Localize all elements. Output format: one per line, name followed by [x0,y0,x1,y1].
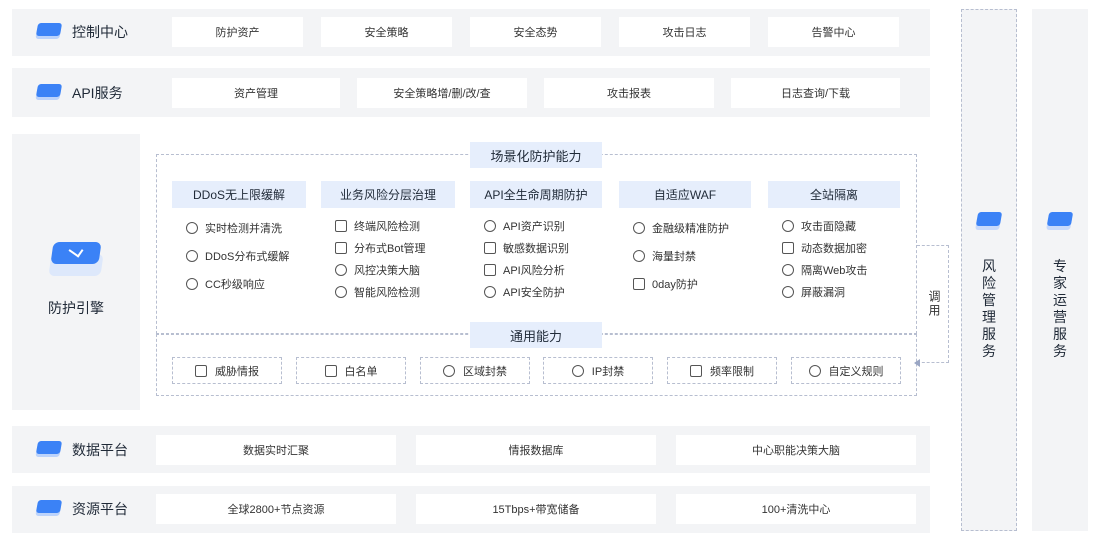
decision-icon [335,264,347,276]
general-item-region-ban[interactable]: 区域封禁 [420,357,530,384]
feature-item: 分布式Bot管理 [321,237,455,259]
ban-icon [633,250,645,262]
feature-item: API风险分析 [470,259,602,281]
bot-icon [335,242,347,254]
data-item-aggregate[interactable]: 数据实时汇聚 [156,435,396,465]
finance-shield-icon [633,222,645,234]
engine-cube-icon [44,236,108,280]
feature-item: 海量封禁 [619,245,751,267]
custom-rule-icon [808,364,821,377]
scenario-title: 场景化防护能力 [470,142,602,168]
region-icon [443,364,455,377]
feature-item: 智能风险检测 [321,281,455,303]
feature-item: DDoS分布式缓解 [172,245,306,267]
card-title: 全站隔离 [768,181,900,208]
whitelist-icon [324,364,337,377]
shield-check-icon [484,286,496,298]
feature-item: 风控决策大脑 [321,259,455,281]
block-icon [782,286,794,298]
feature-item: 实时检测并清洗 [172,217,306,239]
card-title: 业务风险分层治理 [321,181,455,208]
card-title: API全生命周期防护 [470,181,602,208]
resource-item-nodes[interactable]: 全球2800+节点资源 [156,494,396,524]
control-item-alerts[interactable]: 告警中心 [768,17,899,47]
feature-item: 金融级精准防护 [619,217,751,239]
general-item-ip-ban[interactable]: IP封禁 [543,357,653,384]
resource-item-scrubbing[interactable]: 100+清洗中心 [676,494,916,524]
document-search-icon [484,242,496,254]
data-item-decision-brain[interactable]: 中心职能决策大脑 [676,435,916,465]
data-platform-title: 数据平台 [35,440,128,460]
feature-item: API安全防护 [470,281,602,303]
feature-item: 攻击面隐藏 [768,215,900,237]
shield-icon [186,278,198,290]
risk-management-label: 风险管理服务 [982,258,996,359]
control-item-policy[interactable]: 安全策略 [321,17,452,47]
expert-cube-icon [1046,210,1074,230]
data-item-intel-db[interactable]: 情报数据库 [416,435,656,465]
card-api-lifecycle: API全生命周期防护 API资产识别 敏感数据识别 API风险分析 API安全防… [470,181,602,311]
arrow-left-icon [914,359,920,367]
zero-day-icon [633,278,645,290]
risk-cube-icon [975,210,1003,230]
cube-icon [35,500,63,518]
resource-platform-title: 资源平台 [35,499,128,519]
expert-ops-label: 专家运营服务 [1053,258,1067,359]
radar-icon [335,286,347,298]
api-item-asset-mgmt[interactable]: 资产管理 [172,78,340,108]
feature-item: API资产识别 [470,215,602,237]
general-item-threat-intel[interactable]: 威胁情报 [172,357,282,384]
api-item-attack-report[interactable]: 攻击报表 [544,78,714,108]
feature-item: 0day防护 [619,273,751,295]
cube-icon [35,441,63,459]
card-title: 自适应WAF [619,181,751,208]
feature-item: 动态数据加密 [768,237,900,259]
cube-icon [35,23,63,41]
search-icon [186,222,198,234]
card-business-risk: 业务风险分层治理 终端风险检测 分布式Bot管理 风控决策大脑 智能风险检测 [321,181,455,311]
api-item-log-query[interactable]: 日志查询/下载 [731,78,900,108]
call-label: 调用 [927,290,941,318]
general-item-rate-limit[interactable]: 频率限制 [667,357,777,384]
card-ddos: DDoS无上限缓解 实时检测并清洗 DDoS分布式缓解 CC秒级响应 [172,181,306,311]
gear-icon [186,250,198,262]
control-item-attack-log[interactable]: 攻击日志 [619,17,750,47]
scan-icon [484,220,496,232]
cube-icon [35,84,63,102]
feature-item: 屏蔽漏洞 [768,281,900,303]
feature-item: CC秒级响应 [172,273,306,295]
hide-icon [782,220,794,232]
card-adaptive-waf: 自适应WAF 金融级精准防护 海量封禁 0day防护 [619,181,751,311]
rate-limit-icon [690,364,702,377]
api-item-policy-crud[interactable]: 安全策略增/删/改/查 [357,78,527,108]
general-title: 通用能力 [470,322,602,348]
card-title: DDoS无上限缓解 [172,181,306,208]
feature-item: 敏感数据识别 [470,237,602,259]
control-center-title: 控制中心 [35,22,128,42]
control-item-assets[interactable]: 防护资产 [172,17,303,47]
api-icon [484,264,496,276]
warning-icon [335,220,347,232]
general-item-custom-rule[interactable]: 自定义规则 [791,357,901,384]
ip-icon [571,364,584,377]
resource-item-bandwidth[interactable]: 15Tbps+带宽储备 [416,494,656,524]
api-service-title: API服务 [35,83,123,103]
feature-item: 终端风险检测 [321,215,455,237]
encrypt-icon [782,242,794,254]
intel-icon [195,364,207,377]
card-full-isolation: 全站隔离 攻击面隐藏 动态数据加密 隔离Web攻击 屏蔽漏洞 [768,181,900,311]
general-item-whitelist[interactable]: 白名单 [296,357,406,384]
control-item-posture[interactable]: 安全态势 [470,17,601,47]
engine-title: 防护引擎 [48,300,104,316]
feature-item: 隔离Web攻击 [768,259,900,281]
isolate-icon [782,264,794,276]
